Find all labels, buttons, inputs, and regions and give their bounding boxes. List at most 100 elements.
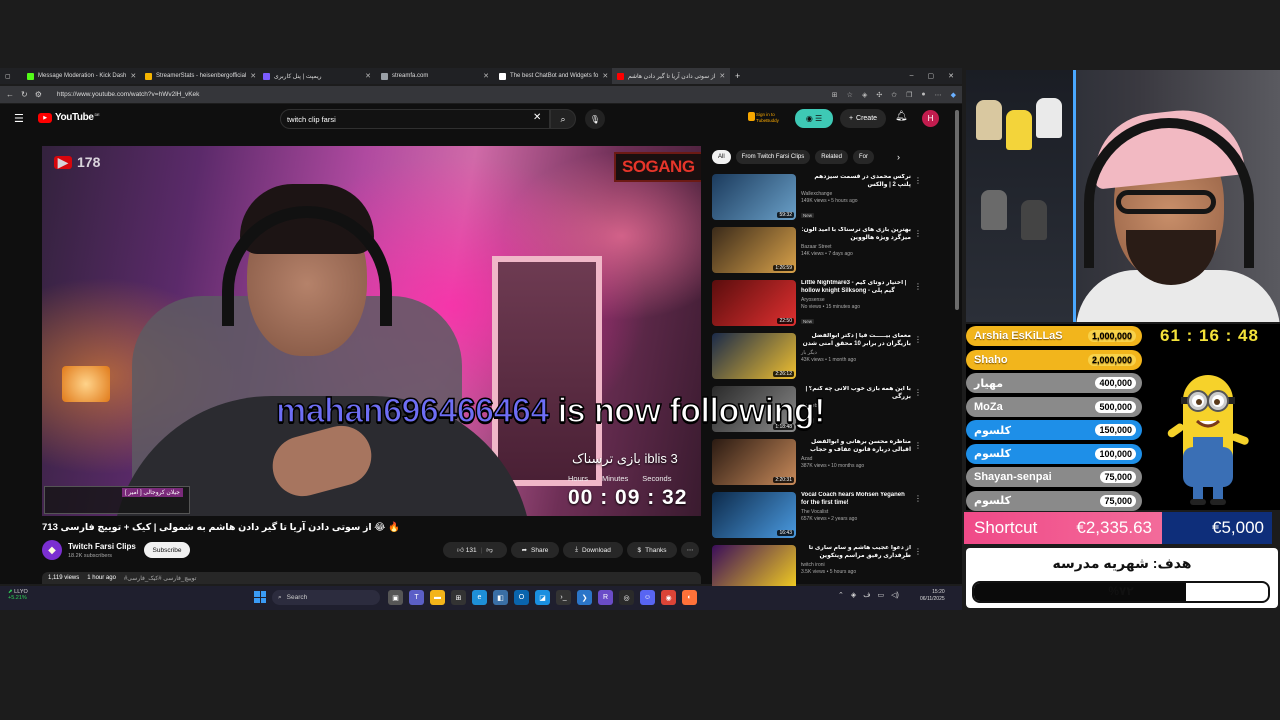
extension-icon[interactable]: ◈ bbox=[862, 91, 867, 99]
like-button[interactable]: 👍︎ 131 bbox=[457, 546, 476, 554]
more-vert-icon[interactable]: ⋮ bbox=[914, 229, 922, 238]
video-channel[interactable]: The Vocalist bbox=[801, 509, 911, 515]
recommended-video[interactable]: 59:32 نرگس محمدی در قسمت سیزدهم پلتپ 2 | … bbox=[712, 174, 922, 227]
terminal-icon[interactable]: ›_ bbox=[556, 590, 571, 605]
more-menu-icon[interactable]: ⋯ bbox=[935, 91, 942, 99]
recommended-video[interactable]: 2:20:31 مناظره محسن برهانی و ابوالفضل اقب… bbox=[712, 439, 922, 492]
photos-icon[interactable]: ◪ bbox=[535, 590, 550, 605]
edge-icon[interactable]: e bbox=[472, 590, 487, 605]
chip-from-channel[interactable]: From Twitch Farsi Clips bbox=[735, 150, 811, 164]
browser-tab-list-icon[interactable]: ▢ bbox=[0, 68, 22, 84]
chrome-icon[interactable]: ◉ bbox=[661, 590, 676, 605]
video-thumbnail[interactable]: 22:50 bbox=[712, 280, 796, 326]
video-player[interactable]: ▶ 178 SOGANG بازی ترسناک iblis 3 Hours M… bbox=[42, 146, 701, 516]
outlook-icon[interactable]: O bbox=[514, 590, 529, 605]
teams-icon[interactable]: T bbox=[409, 590, 424, 605]
notifications-bell-icon[interactable]: 🔔︎ bbox=[895, 111, 908, 122]
favorites-icon[interactable]: ✩ bbox=[891, 91, 897, 99]
taskbar-clock[interactable]: 15:20 06/11/2025 bbox=[920, 589, 945, 602]
extension-toggle-button[interactable]: ◉ ☰ bbox=[795, 109, 833, 128]
video-thumbnail[interactable]: 2:26:12 bbox=[712, 333, 796, 379]
vscode-icon[interactable]: ❯ bbox=[577, 590, 592, 605]
install-icon[interactable]: ⊞ bbox=[832, 91, 838, 99]
site-info-icon[interactable]: ⚙ bbox=[35, 90, 42, 99]
taskbar-search-input[interactable]: ⌕ Search bbox=[272, 590, 380, 605]
volume-icon[interactable]: ◁) bbox=[891, 591, 899, 599]
video-thumbnail[interactable]: 2:20:31 bbox=[712, 439, 796, 485]
video-channel[interactable]: Azad bbox=[801, 456, 911, 462]
recommended-video[interactable]: 16:43 Vocal Coach hears Mohsen Yeganeh fo… bbox=[712, 492, 922, 545]
browser-tab-3[interactable]: streamfa.com ✕ bbox=[376, 68, 494, 84]
video-channel[interactable]: twitch ironi bbox=[801, 562, 911, 568]
browser-tab-1[interactable]: StreamerStats - heisenbergofficial ✕ bbox=[140, 68, 258, 84]
account-avatar[interactable]: H bbox=[922, 110, 939, 127]
page-scrollbar[interactable] bbox=[954, 110, 960, 580]
clear-search-icon[interactable]: ✕ bbox=[533, 112, 541, 123]
close-tab-icon[interactable]: ✕ bbox=[483, 72, 489, 80]
minimize-icon[interactable]: – bbox=[910, 72, 914, 80]
video-title[interactable]: Vocal Coach hears Mohsen Yeganeh for the… bbox=[801, 492, 911, 507]
close-tab-icon[interactable]: ✕ bbox=[365, 72, 371, 80]
bookmark-star-icon[interactable]: ☆ bbox=[847, 91, 853, 99]
browser-tab-4[interactable]: The best ChatBot and Widgets fo ✕ bbox=[494, 68, 612, 84]
subscribe-button[interactable]: Subscribe bbox=[144, 542, 190, 558]
network-icon[interactable]: ▭ bbox=[878, 591, 885, 599]
close-tab-icon[interactable]: ✕ bbox=[719, 72, 725, 80]
voice-search-button[interactable]: 🎙 bbox=[585, 109, 605, 129]
language-icon[interactable]: ف bbox=[863, 591, 870, 599]
new-tab-button[interactable]: + bbox=[730, 68, 745, 84]
thanks-button[interactable]: $ Thanks bbox=[627, 542, 677, 558]
video-title[interactable]: Little Nightmare3 - اختیار دوتای گیم | h… bbox=[801, 280, 911, 295]
dislike-icon[interactable]: 👎︎ bbox=[486, 546, 493, 554]
extensions-puzzle-icon[interactable]: ✣ bbox=[876, 91, 882, 99]
stock-ticker-widget[interactable]: ⬈ LLYO +5.21% bbox=[8, 589, 28, 601]
close-tab-icon[interactable]: ✕ bbox=[602, 72, 608, 80]
chip-all[interactable]: All bbox=[712, 150, 731, 164]
download-button[interactable]: ⤓ Download bbox=[563, 542, 623, 558]
channel-name[interactable]: Twitch Farsi Clips bbox=[68, 542, 136, 551]
browser-tab-0[interactable]: Message Moderation - Kick Dash ✕ bbox=[22, 68, 140, 84]
file-explorer-icon[interactable]: ▬ bbox=[430, 590, 445, 605]
tray-app-icon[interactable]: ◈ bbox=[851, 591, 856, 599]
video-title[interactable]: مناظره محسن برهانی و ابوالفضل اقبالی درب… bbox=[801, 439, 911, 454]
recommended-video[interactable]: 22:50 Little Nightmare3 - اختیار دوتای گی… bbox=[712, 280, 922, 333]
close-window-icon[interactable]: ✕ bbox=[948, 72, 954, 80]
more-vert-icon[interactable]: ⋮ bbox=[914, 547, 922, 556]
youtube-logo[interactable]: ▶ YouTube DE bbox=[38, 112, 100, 123]
tubebuddy-signin-link[interactable]: Sign in to TubeBuddy bbox=[756, 112, 779, 124]
description-box[interactable]: 1,119 views 1 hour ago #توییچ_فارسی #کیک… bbox=[42, 572, 701, 584]
copilot-icon[interactable]: ◆ bbox=[951, 91, 956, 99]
search-button[interactable]: ⌕ bbox=[550, 109, 576, 129]
discord-icon[interactable]: ☺ bbox=[640, 590, 655, 605]
more-vert-icon[interactable]: ⋮ bbox=[914, 335, 922, 344]
windows-start-icon[interactable] bbox=[254, 591, 266, 603]
video-channel[interactable]: دیگر بار bbox=[801, 350, 911, 356]
scrollbar-thumb[interactable] bbox=[955, 110, 959, 310]
video-thumbnail[interactable] bbox=[712, 545, 796, 591]
more-actions-button[interactable]: ⋯ bbox=[681, 542, 699, 558]
more-vert-icon[interactable]: ⋮ bbox=[914, 282, 922, 291]
obs-icon[interactable]: ◎ bbox=[619, 590, 634, 605]
collections-icon[interactable]: ❐ bbox=[906, 91, 912, 99]
firefox-icon[interactable]: ◐ bbox=[682, 590, 697, 605]
video-channel[interactable]: Aryosense bbox=[801, 297, 911, 303]
browser-tab-2[interactable]: ریمپت | پنل کاربری ✕ bbox=[258, 68, 376, 84]
recommended-video[interactable]: 2:26:12 معمای بیـــــت فیا | دکتر ابوالفض… bbox=[712, 333, 922, 386]
video-title[interactable]: معمای بیـــــت فیا | دکتر ابوالفضل بازیگ… bbox=[801, 333, 911, 348]
channel-avatar[interactable]: ◆ bbox=[42, 540, 62, 560]
maximize-icon[interactable]: ▢ bbox=[928, 72, 935, 80]
video-channel[interactable]: Wallexchange bbox=[801, 191, 911, 197]
chevron-right-icon[interactable]: › bbox=[897, 152, 900, 162]
video-title[interactable]: نرگس محمدی در قسمت سیزدهم پلتپ 2 | والکس bbox=[801, 174, 911, 189]
more-vert-icon[interactable]: ⋮ bbox=[914, 176, 922, 185]
back-icon[interactable]: ← bbox=[6, 90, 14, 99]
recommended-video[interactable]: 1:26:59 بهترین بازی های ترسناک با امید آل… bbox=[712, 227, 922, 280]
hashtags[interactable]: #توییچ_فارسی #کیک_فارسی bbox=[124, 575, 196, 582]
video-thumbnail[interactable]: 1:26:59 bbox=[712, 227, 796, 273]
more-vert-icon[interactable]: ⋮ bbox=[914, 388, 922, 397]
profile-icon[interactable]: ● bbox=[921, 91, 925, 99]
menu-icon[interactable]: ☰ bbox=[14, 112, 24, 125]
url-field[interactable]: https://www.youtube.com/watch?v=hWv2lH_v… bbox=[57, 91, 200, 98]
more-vert-icon[interactable]: ⋮ bbox=[914, 494, 922, 503]
video-channel[interactable]: Bazaar Street bbox=[801, 244, 911, 250]
